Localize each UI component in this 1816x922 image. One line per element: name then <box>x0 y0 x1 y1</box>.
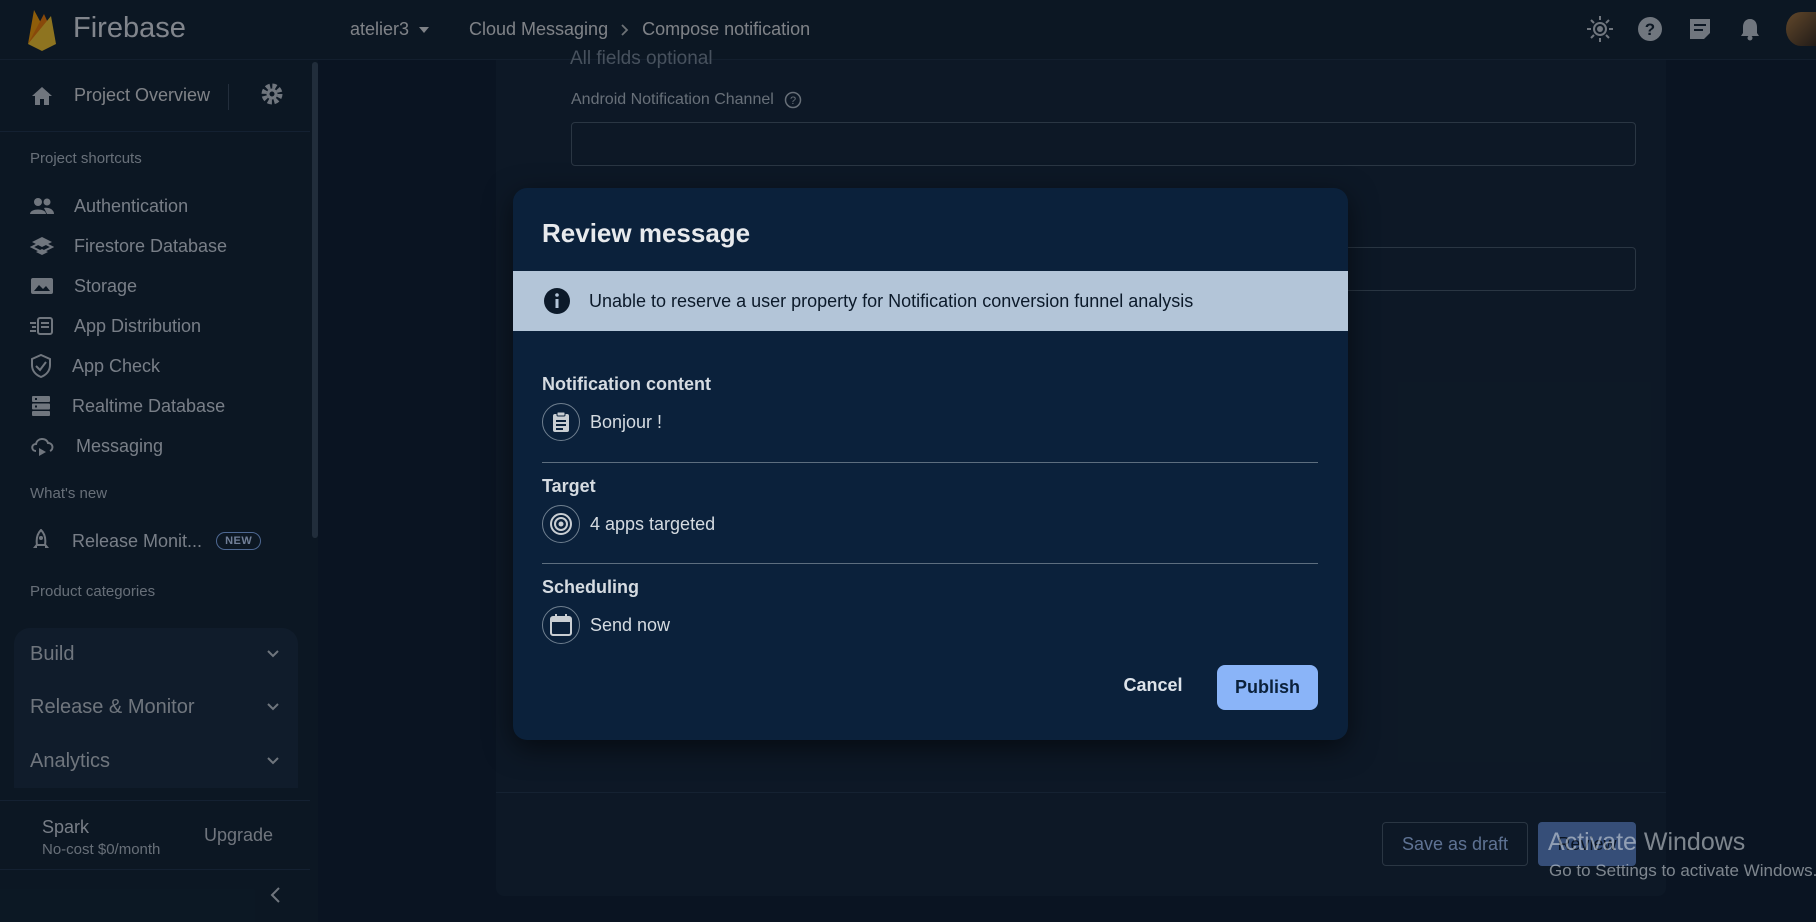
divider <box>542 563 1318 564</box>
activate-windows-subtitle: Go to Settings to activate Windows. <box>1549 861 1816 880</box>
notification-content-value: Bonjour ! <box>590 411 663 432</box>
banner-text: Unable to reserve a user property for No… <box>589 290 1194 311</box>
review-message-dialog: Review message Unable to reserve a user … <box>513 188 1348 740</box>
scheduling-row: Send now <box>542 606 670 644</box>
cancel-button[interactable]: Cancel <box>1113 665 1193 705</box>
info-icon <box>544 288 570 314</box>
notification-content-heading: Notification content <box>542 374 711 394</box>
notification-content-row: Bonjour ! <box>542 403 662 441</box>
target-row: 4 apps targeted <box>542 505 715 543</box>
target-value: 4 apps targeted <box>590 513 716 534</box>
scheduling-value: Send now <box>590 614 671 635</box>
clipboard-icon <box>542 403 580 441</box>
scheduling-heading: Scheduling <box>542 577 640 597</box>
info-banner: Unable to reserve a user property for No… <box>513 271 1348 331</box>
activate-windows-title: Activate Windows <box>1548 828 1746 856</box>
publish-button[interactable]: Publish <box>1217 665 1318 710</box>
calendar-icon <box>542 606 580 644</box>
dialog-title: Review message <box>542 218 751 248</box>
divider <box>542 462 1318 463</box>
target-heading: Target <box>542 476 596 496</box>
target-icon <box>542 505 580 543</box>
